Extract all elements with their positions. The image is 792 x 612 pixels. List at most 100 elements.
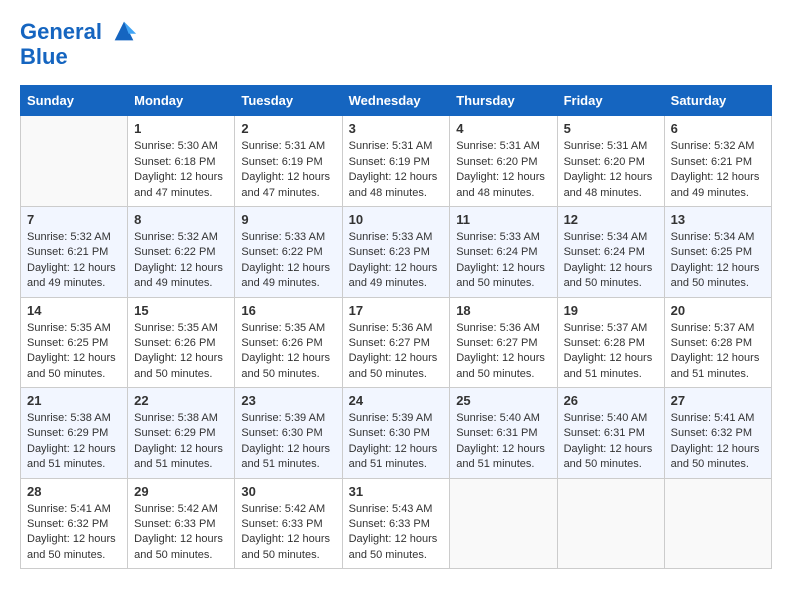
day-cell: 1 Sunrise: 5:30 AM Sunset: 6:18 PM Daylig…	[128, 116, 235, 207]
day-number: 7	[27, 212, 121, 227]
day-info: Sunrise: 5:37 AM Sunset: 6:28 PM Dayligh…	[564, 321, 658, 383]
header-row: SundayMondayTuesdayWednesdayThursdayFrid…	[21, 86, 772, 116]
logo-icon	[110, 17, 138, 45]
day-info: Sunrise: 5:31 AM Sunset: 6:20 PM Dayligh…	[564, 139, 658, 201]
header-cell-monday: Monday	[128, 86, 235, 116]
week-row-2: 7Sunrise: 5:32 AM Sunset: 6:21 PM Daylig…	[21, 206, 772, 297]
day-number: 29	[134, 484, 228, 499]
day-cell: 21 Sunrise: 5:38 AM Sunset: 6:29 PM Dayli…	[21, 388, 128, 479]
day-info: Sunrise: 5:39 AM Sunset: 6:30 PM Dayligh…	[241, 411, 335, 473]
header-cell-tuesday: Tuesday	[235, 86, 342, 116]
day-cell: 27 Sunrise: 5:41 AM Sunset: 6:32 PM Dayli…	[664, 388, 771, 479]
day-number: 21	[27, 393, 121, 408]
day-cell: 15 Sunrise: 5:35 AM Sunset: 6:26 PM Dayli…	[128, 297, 235, 388]
day-number: 6	[671, 121, 765, 136]
day-number: 25	[456, 393, 550, 408]
day-info: Sunrise: 5:33 AM Sunset: 6:24 PM Dayligh…	[456, 230, 550, 292]
day-cell	[664, 478, 771, 569]
day-info: Sunrise: 5:32 AM Sunset: 6:22 PM Dayligh…	[134, 230, 228, 292]
day-info: Sunrise: 5:35 AM Sunset: 6:26 PM Dayligh…	[134, 321, 228, 383]
day-info: Sunrise: 5:41 AM Sunset: 6:32 PM Dayligh…	[671, 411, 765, 473]
day-number: 8	[134, 212, 228, 227]
day-info: Sunrise: 5:39 AM Sunset: 6:30 PM Dayligh…	[349, 411, 444, 473]
day-cell: 23 Sunrise: 5:39 AM Sunset: 6:30 PM Dayli…	[235, 388, 342, 479]
day-number: 10	[349, 212, 444, 227]
day-cell: 8 Sunrise: 5:32 AM Sunset: 6:22 PM Daylig…	[128, 206, 235, 297]
day-cell: 10 Sunrise: 5:33 AM Sunset: 6:23 PM Dayli…	[342, 206, 450, 297]
day-cell: 5 Sunrise: 5:31 AM Sunset: 6:20 PM Daylig…	[557, 116, 664, 207]
day-info: Sunrise: 5:32 AM Sunset: 6:21 PM Dayligh…	[671, 139, 765, 201]
day-info: Sunrise: 5:34 AM Sunset: 6:25 PM Dayligh…	[671, 230, 765, 292]
day-cell: 18 Sunrise: 5:36 AM Sunset: 6:27 PM Dayli…	[450, 297, 557, 388]
day-cell: 17 Sunrise: 5:36 AM Sunset: 6:27 PM Dayli…	[342, 297, 450, 388]
day-cell	[450, 478, 557, 569]
day-cell: 19Sunrise: 5:37 AM Sunset: 6:28 PM Dayli…	[557, 297, 664, 388]
header-cell-thursday: Thursday	[450, 86, 557, 116]
day-cell: 20 Sunrise: 5:37 AM Sunset: 6:28 PM Dayli…	[664, 297, 771, 388]
header-cell-saturday: Saturday	[664, 86, 771, 116]
day-number: 11	[456, 212, 550, 227]
day-info: Sunrise: 5:35 AM Sunset: 6:26 PM Dayligh…	[241, 321, 335, 383]
day-number: 15	[134, 303, 228, 318]
day-info: Sunrise: 5:40 AM Sunset: 6:31 PM Dayligh…	[564, 411, 658, 473]
day-info: Sunrise: 5:43 AM Sunset: 6:33 PM Dayligh…	[349, 502, 444, 564]
day-info: Sunrise: 5:31 AM Sunset: 6:19 PM Dayligh…	[241, 139, 335, 201]
day-number: 23	[241, 393, 335, 408]
week-row-3: 14Sunrise: 5:35 AM Sunset: 6:25 PM Dayli…	[21, 297, 772, 388]
day-info: Sunrise: 5:33 AM Sunset: 6:23 PM Dayligh…	[349, 230, 444, 292]
day-info: Sunrise: 5:42 AM Sunset: 6:33 PM Dayligh…	[241, 502, 335, 564]
day-number: 2	[241, 121, 335, 136]
day-info: Sunrise: 5:30 AM Sunset: 6:18 PM Dayligh…	[134, 139, 228, 201]
logo-text: General	[20, 20, 138, 45]
day-number: 27	[671, 393, 765, 408]
logo: General Blue	[20, 20, 138, 69]
day-number: 22	[134, 393, 228, 408]
day-number: 20	[671, 303, 765, 318]
day-info: Sunrise: 5:38 AM Sunset: 6:29 PM Dayligh…	[27, 411, 121, 473]
day-cell: 13 Sunrise: 5:34 AM Sunset: 6:25 PM Dayli…	[664, 206, 771, 297]
day-cell: 31Sunrise: 5:43 AM Sunset: 6:33 PM Dayli…	[342, 478, 450, 569]
day-number: 26	[564, 393, 658, 408]
day-cell: 25 Sunrise: 5:40 AM Sunset: 6:31 PM Dayli…	[450, 388, 557, 479]
calendar-table: SundayMondayTuesdayWednesdayThursdayFrid…	[20, 85, 772, 569]
day-info: Sunrise: 5:36 AM Sunset: 6:27 PM Dayligh…	[456, 321, 550, 383]
day-number: 9	[241, 212, 335, 227]
day-cell: 26 Sunrise: 5:40 AM Sunset: 6:31 PM Dayli…	[557, 388, 664, 479]
day-cell: 14Sunrise: 5:35 AM Sunset: 6:25 PM Dayli…	[21, 297, 128, 388]
day-cell: 3Sunrise: 5:31 AM Sunset: 6:19 PM Daylig…	[342, 116, 450, 207]
header-cell-friday: Friday	[557, 86, 664, 116]
day-cell: 29Sunrise: 5:42 AM Sunset: 6:33 PM Dayli…	[128, 478, 235, 569]
day-info: Sunrise: 5:38 AM Sunset: 6:29 PM Dayligh…	[134, 411, 228, 473]
day-info: Sunrise: 5:31 AM Sunset: 6:20 PM Dayligh…	[456, 139, 550, 201]
day-cell: 16Sunrise: 5:35 AM Sunset: 6:26 PM Dayli…	[235, 297, 342, 388]
day-number: 3	[349, 121, 444, 136]
week-row-4: 21 Sunrise: 5:38 AM Sunset: 6:29 PM Dayli…	[21, 388, 772, 479]
day-cell: 9Sunrise: 5:33 AM Sunset: 6:22 PM Daylig…	[235, 206, 342, 297]
day-cell	[557, 478, 664, 569]
day-number: 4	[456, 121, 550, 136]
logo-blue-text: Blue	[20, 45, 138, 69]
day-number: 24	[349, 393, 444, 408]
day-info: Sunrise: 5:40 AM Sunset: 6:31 PM Dayligh…	[456, 411, 550, 473]
day-number: 17	[349, 303, 444, 318]
day-cell: 30Sunrise: 5:42 AM Sunset: 6:33 PM Dayli…	[235, 478, 342, 569]
header-cell-wednesday: Wednesday	[342, 86, 450, 116]
day-number: 1	[134, 121, 228, 136]
header-cell-sunday: Sunday	[21, 86, 128, 116]
week-row-5: 28Sunrise: 5:41 AM Sunset: 6:32 PM Dayli…	[21, 478, 772, 569]
day-number: 14	[27, 303, 121, 318]
day-cell: 4 Sunrise: 5:31 AM Sunset: 6:20 PM Daylig…	[450, 116, 557, 207]
day-info: Sunrise: 5:36 AM Sunset: 6:27 PM Dayligh…	[349, 321, 444, 383]
day-number: 5	[564, 121, 658, 136]
day-info: Sunrise: 5:37 AM Sunset: 6:28 PM Dayligh…	[671, 321, 765, 383]
day-info: Sunrise: 5:34 AM Sunset: 6:24 PM Dayligh…	[564, 230, 658, 292]
day-cell: 7Sunrise: 5:32 AM Sunset: 6:21 PM Daylig…	[21, 206, 128, 297]
day-number: 13	[671, 212, 765, 227]
day-cell: 2 Sunrise: 5:31 AM Sunset: 6:19 PM Daylig…	[235, 116, 342, 207]
day-number: 18	[456, 303, 550, 318]
day-cell: 11 Sunrise: 5:33 AM Sunset: 6:24 PM Dayli…	[450, 206, 557, 297]
day-cell: 24 Sunrise: 5:39 AM Sunset: 6:30 PM Dayli…	[342, 388, 450, 479]
page-header: General Blue	[20, 20, 772, 69]
day-cell	[21, 116, 128, 207]
calendar-header: SundayMondayTuesdayWednesdayThursdayFrid…	[21, 86, 772, 116]
